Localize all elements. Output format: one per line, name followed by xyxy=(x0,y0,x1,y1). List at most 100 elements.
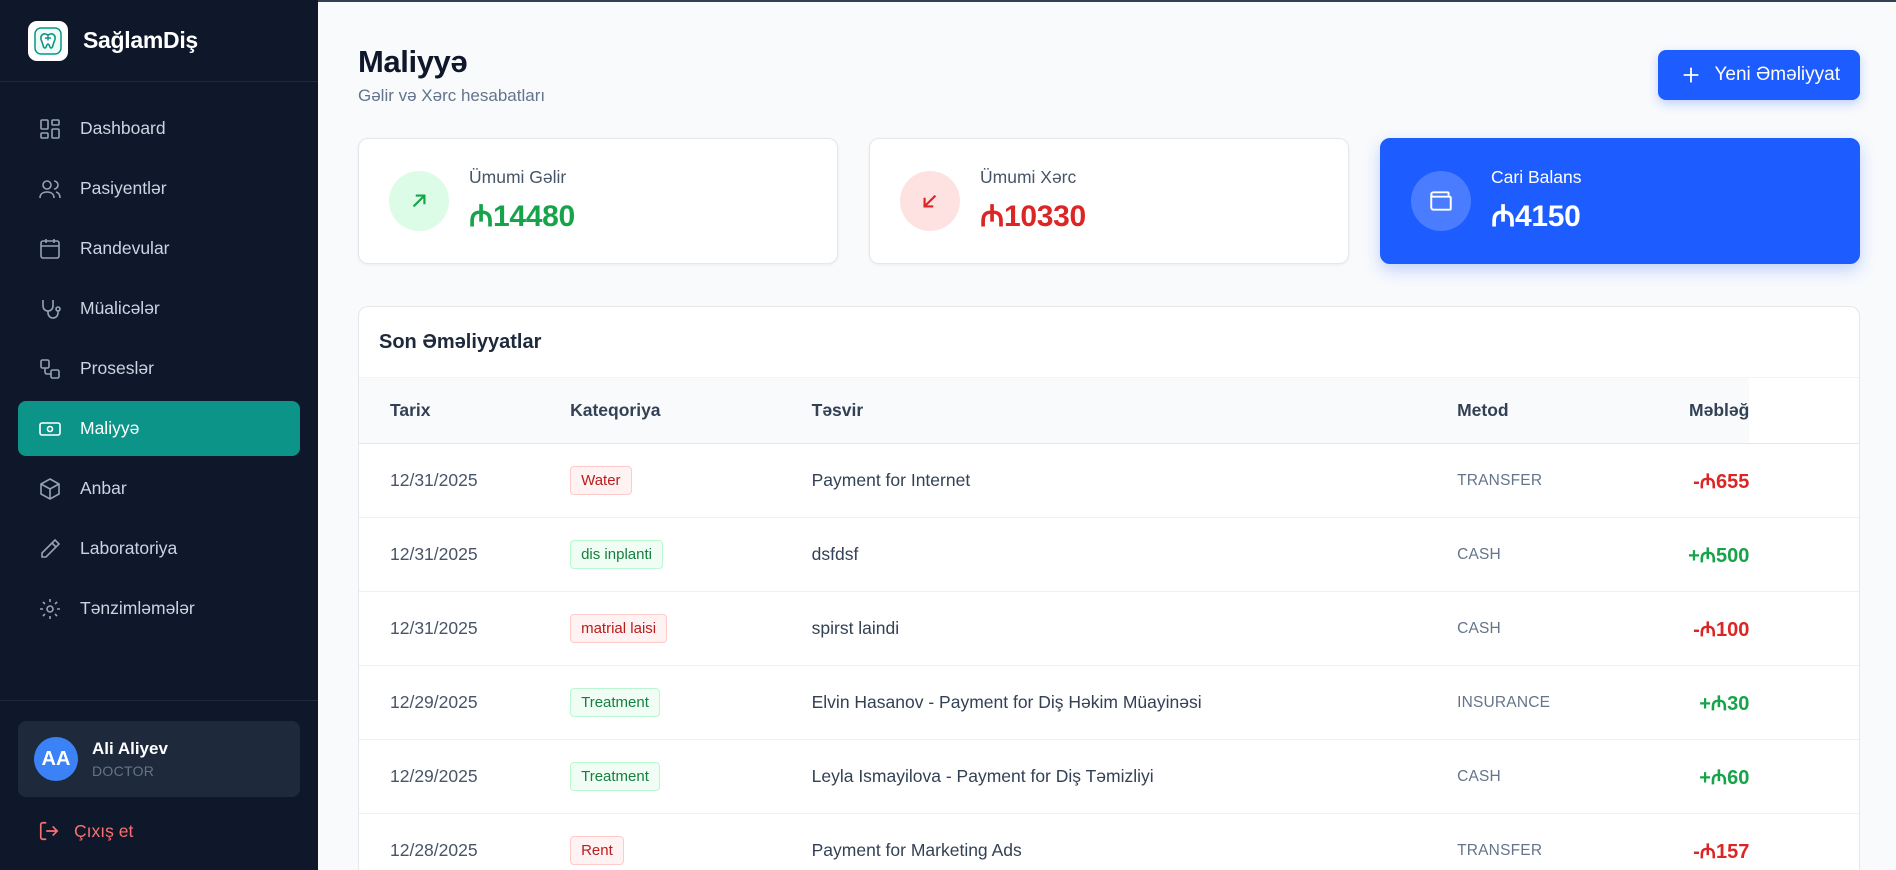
plus-icon xyxy=(1684,67,1699,83)
sidebar-item-appointments[interactable]: Randevular xyxy=(18,221,300,276)
cell-method: TRANSFER xyxy=(1457,841,1543,859)
sidebar: SağlamDiş Dashboard Pasiyentlər Randevul… xyxy=(0,0,318,870)
new-transaction-button[interactable]: Yeni Əməliyyat xyxy=(1658,50,1860,100)
package-icon xyxy=(40,477,60,500)
balance-label: Cari Balans xyxy=(1491,167,1582,187)
sidebar-item-finance[interactable]: Maliyyə xyxy=(18,401,300,456)
cell-description: Leyla Ismayilova - Payment for Diş Təmiz… xyxy=(811,766,1154,786)
expense-value: ₼10330 xyxy=(980,200,1086,233)
sidebar-item-label: Dashboard xyxy=(80,118,166,138)
cell-method: TRANSFER xyxy=(1457,471,1543,489)
balance-stat-text: Cari Balans ₼4150 xyxy=(1491,167,1581,235)
category-badge: Treatment xyxy=(570,762,660,791)
cell-description: Payment for Internet xyxy=(811,470,971,490)
cell-method: CASH xyxy=(1457,619,1501,637)
tooth-logo-icon xyxy=(28,20,68,61)
table-header: Tarix Kateqoriya Təsvir Metod Məbləğ xyxy=(359,377,1859,444)
sidebar-item-processes[interactable]: Proseslər xyxy=(18,341,300,396)
cell-category: dis inplanti xyxy=(570,518,812,592)
page-title: Maliyyə xyxy=(358,44,468,79)
cell-category: Treatment xyxy=(570,740,812,814)
brand[interactable]: SağlamDiş xyxy=(0,0,318,82)
page-subtitle: Gəlir və Xərc hesabatları xyxy=(358,86,546,105)
sidebar-item-label: Maliyyə xyxy=(80,418,140,438)
table-row[interactable]: 12/31/2025 Water Payment for Internet TR… xyxy=(359,444,1859,518)
sidebar-item-settings[interactable]: Tənzimləmələr xyxy=(18,581,300,636)
cell-date: 12/29/2025 xyxy=(390,692,478,712)
logout-icon xyxy=(39,821,59,841)
app-root: SağlamDiş Dashboard Pasiyentlər Randevul… xyxy=(0,0,1896,870)
balance-stat-card: Cari Balans ₼4150 xyxy=(1380,138,1860,264)
sidebar-item-label: Anbar xyxy=(80,478,127,498)
pen-icon xyxy=(41,538,61,558)
sidebar-item-inventory[interactable]: Anbar xyxy=(18,461,300,516)
income-stat-card: Ümumi Gəlir ₼14480 xyxy=(358,138,838,264)
cell-description: dsfdsf xyxy=(811,544,859,564)
table-row[interactable]: 12/29/2025 Treatment Leyla Ismayilova - … xyxy=(359,740,1859,814)
column-header-amount[interactable]: Məbləğ xyxy=(1631,377,1750,444)
title-block: Maliyyə Gəlir və Xərc hesabatları xyxy=(358,44,545,106)
page-header: Maliyyə Gəlir və Xərc hesabatları Yeni Ə… xyxy=(358,2,1860,138)
brand-name: SağlamDiş xyxy=(83,27,198,53)
income-value: ₼14480 xyxy=(469,200,575,233)
wallet-icon xyxy=(1411,171,1471,231)
cell-spacer xyxy=(1749,518,1859,592)
cell-amount: -₼157 xyxy=(1693,841,1750,863)
sidebar-item-label: Tənzimləmələr xyxy=(80,598,195,618)
category-badge: Treatment xyxy=(570,688,660,717)
user-card[interactable]: AA Ali Aliyev DOCTOR xyxy=(18,721,300,797)
income-stat-text: Ümumi Gəlir ₼14480 xyxy=(469,167,575,235)
cell-date: 12/31/2025 xyxy=(390,618,478,638)
sidebar-item-laboratory[interactable]: Laboratoriya xyxy=(18,521,300,576)
sidebar-footer: AA Ali Aliyev DOCTOR Çıxış et xyxy=(0,700,318,847)
avatar: AA xyxy=(34,737,78,781)
cell-spacer xyxy=(1749,814,1859,870)
expense-label: Ümumi Xərc xyxy=(980,167,1077,187)
cell-description: spirst laindi xyxy=(811,618,900,638)
table-row[interactable]: 12/31/2025 dis inplanti dsfdsf CASH +₼50… xyxy=(359,518,1859,592)
cell-method: INSURANCE xyxy=(1457,693,1551,711)
table-row[interactable]: 12/29/2025 Treatment Elvin Hasanov - Pay… xyxy=(359,666,1859,740)
sidebar-item-label: Müalicələr xyxy=(80,298,160,318)
cell-amount: +₼500 xyxy=(1688,545,1750,567)
sidebar-item-label: Pasiyentlər xyxy=(80,178,167,198)
column-header-date[interactable]: Tarix xyxy=(359,377,571,444)
arrow-down-left-icon xyxy=(900,171,960,231)
column-header-category[interactable]: Kateqoriya xyxy=(570,377,812,444)
cell-category: Rent xyxy=(570,814,812,870)
sidebar-item-label: Proseslər xyxy=(80,358,154,378)
dashboard-icon xyxy=(40,118,60,139)
stethoscope-icon xyxy=(42,299,61,319)
banknote-icon xyxy=(39,421,61,436)
sidebar-item-treatments[interactable]: Müalicələr xyxy=(18,281,300,336)
cell-date: 12/31/2025 xyxy=(390,470,478,490)
table-row[interactable]: 12/31/2025 matrial laisi spirst laindi C… xyxy=(359,592,1859,666)
cell-spacer xyxy=(1749,444,1859,518)
sidebar-item-dashboard[interactable]: Dashboard xyxy=(18,101,300,156)
cell-category: matrial laisi xyxy=(570,592,812,666)
expense-stat-text: Ümumi Xərc ₼10330 xyxy=(980,167,1086,235)
table-header-row: Tarix Kateqoriya Təsvir Metod Məbləğ xyxy=(359,377,1859,444)
cell-description: Elvin Hasanov - Payment for Diş Həkim Mü… xyxy=(811,692,1202,712)
sidebar-nav: Dashboard Pasiyentlər Randevular Müalicə… xyxy=(0,82,318,636)
cell-spacer xyxy=(1749,666,1859,740)
cell-amount: -₼655 xyxy=(1693,471,1750,493)
user-info: Ali Aliyev DOCTOR xyxy=(92,739,168,779)
cell-category: Treatment xyxy=(570,666,812,740)
income-label: Ümumi Gəlir xyxy=(469,167,567,187)
sidebar-item-label: Laboratoriya xyxy=(80,538,178,558)
sidebar-item-label: Randevular xyxy=(80,238,170,258)
logout-button[interactable]: Çıxış et xyxy=(18,815,300,847)
sidebar-item-patients[interactable]: Pasiyentlər xyxy=(18,161,300,216)
cell-spacer xyxy=(1749,592,1859,666)
balance-value: ₼4150 xyxy=(1491,200,1581,233)
column-header-description[interactable]: Təsvir xyxy=(811,377,1458,444)
cell-spacer xyxy=(1749,740,1859,814)
calendar-icon xyxy=(40,238,60,259)
new-transaction-label: Yeni Əməliyyat xyxy=(1714,64,1840,85)
cell-date: 12/28/2025 xyxy=(390,840,478,860)
table-row[interactable]: 12/28/2025 Rent Payment for Marketing Ad… xyxy=(359,814,1859,870)
transactions-title: Son Əməliyyatlar xyxy=(379,330,542,353)
column-header-method[interactable]: Metod xyxy=(1457,377,1632,444)
table-body: 12/31/2025 Water Payment for Internet TR… xyxy=(359,444,1859,870)
